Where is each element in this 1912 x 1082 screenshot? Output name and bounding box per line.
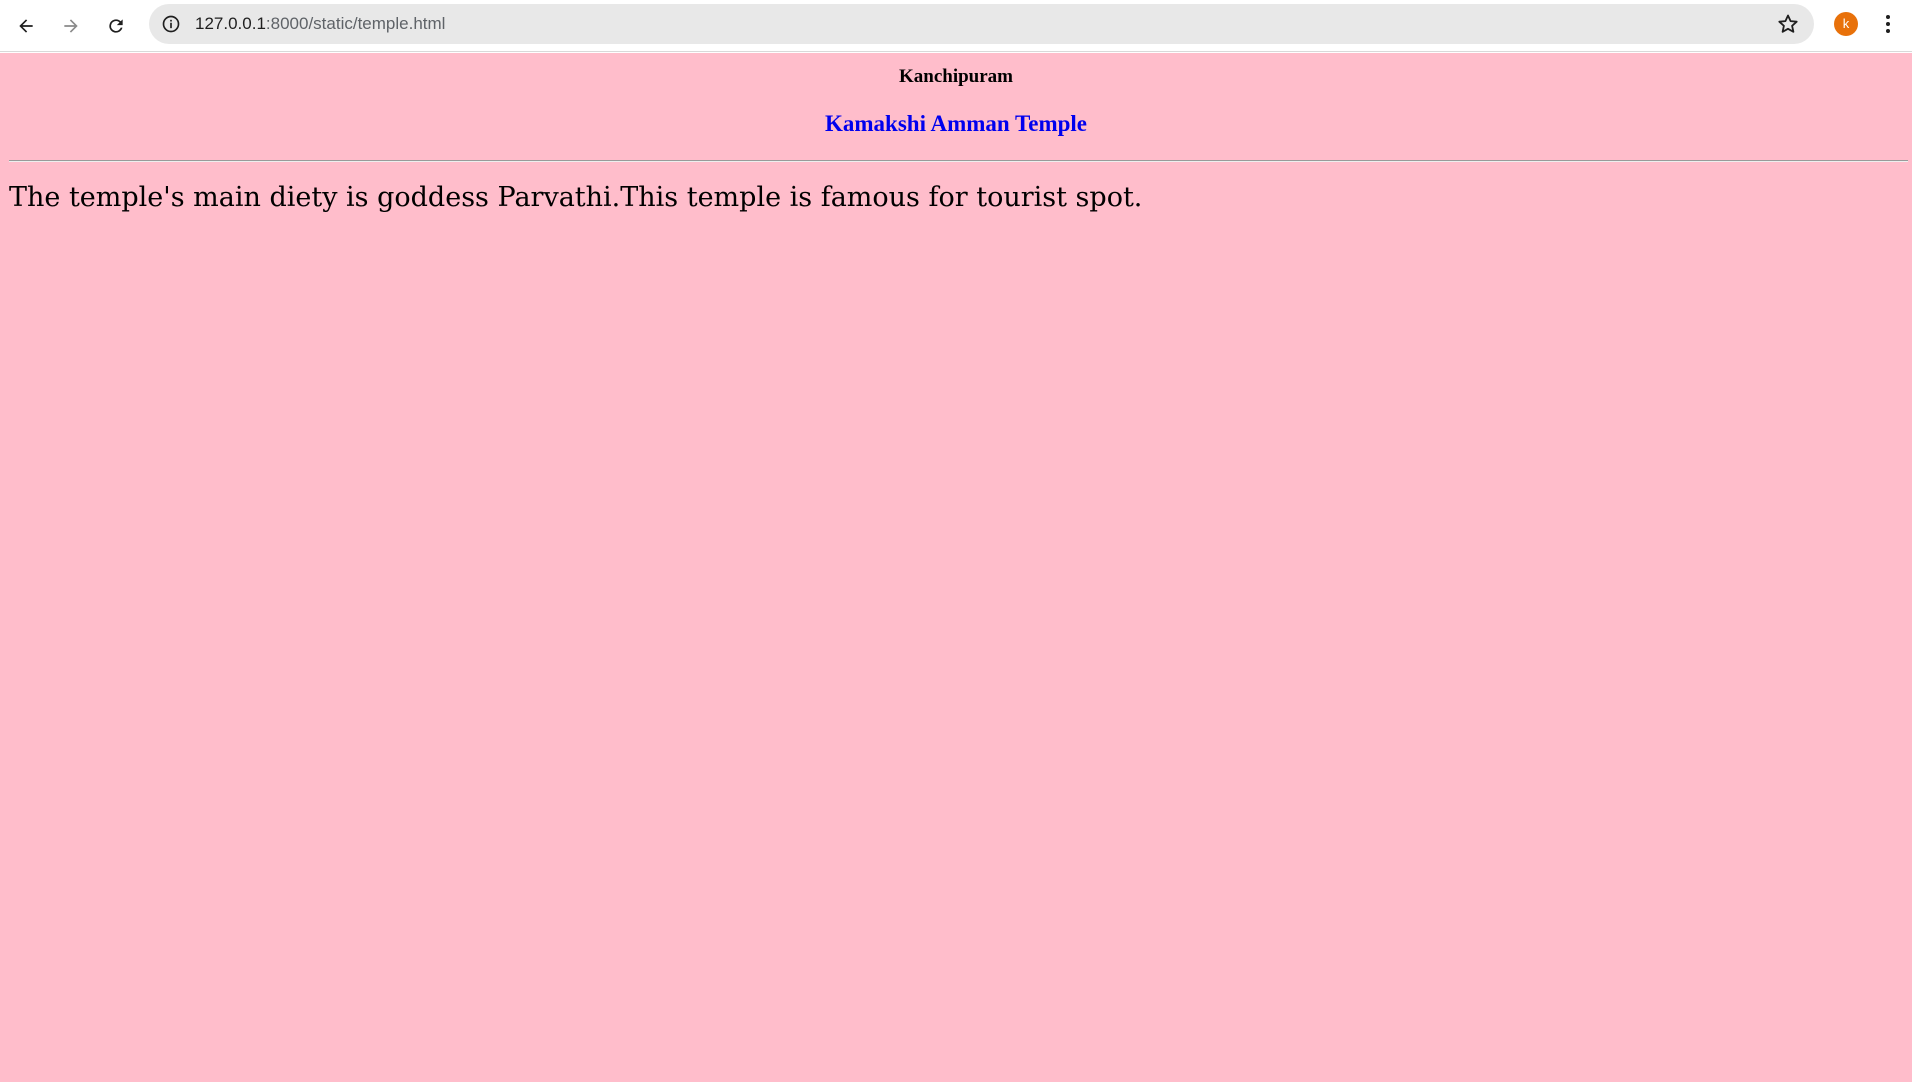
page-content: Kanchipuram Kamakshi Amman Temple The te… — [0, 53, 1912, 1082]
reload-button[interactable] — [100, 10, 132, 42]
info-icon[interactable] — [161, 14, 181, 34]
temple-link[interactable]: Kamakshi Amman Temple — [825, 111, 1087, 136]
page-heading: Kanchipuram — [898, 66, 1014, 87]
kebab-menu-icon[interactable] — [1876, 12, 1900, 36]
temple-link-heading: Kamakshi Amman Temple — [0, 111, 1912, 137]
temple-description: The temple's main diety is goddess Parva… — [9, 182, 1143, 213]
forward-arrow-icon — [64, 19, 78, 33]
address-bar[interactable]: 127.0.0.1:8000/static/temple.html — [149, 4, 1814, 44]
avatar[interactable]: k — [1834, 12, 1858, 36]
reload-icon — [109, 19, 123, 33]
back-arrow-icon — [19, 19, 33, 33]
forward-button[interactable] — [55, 10, 87, 42]
back-button[interactable] — [10, 10, 42, 42]
url-host: 127.0.0.1 — [195, 14, 266, 33]
horizontal-divider — [9, 160, 1908, 162]
star-icon[interactable] — [1776, 12, 1800, 36]
url-path: :8000/static/temple.html — [265, 14, 446, 33]
url-text[interactable]: 127.0.0.1:8000/static/temple.html — [195, 14, 445, 34]
browser-toolbar: 127.0.0.1:8000/static/temple.html k — [0, 0, 1912, 52]
